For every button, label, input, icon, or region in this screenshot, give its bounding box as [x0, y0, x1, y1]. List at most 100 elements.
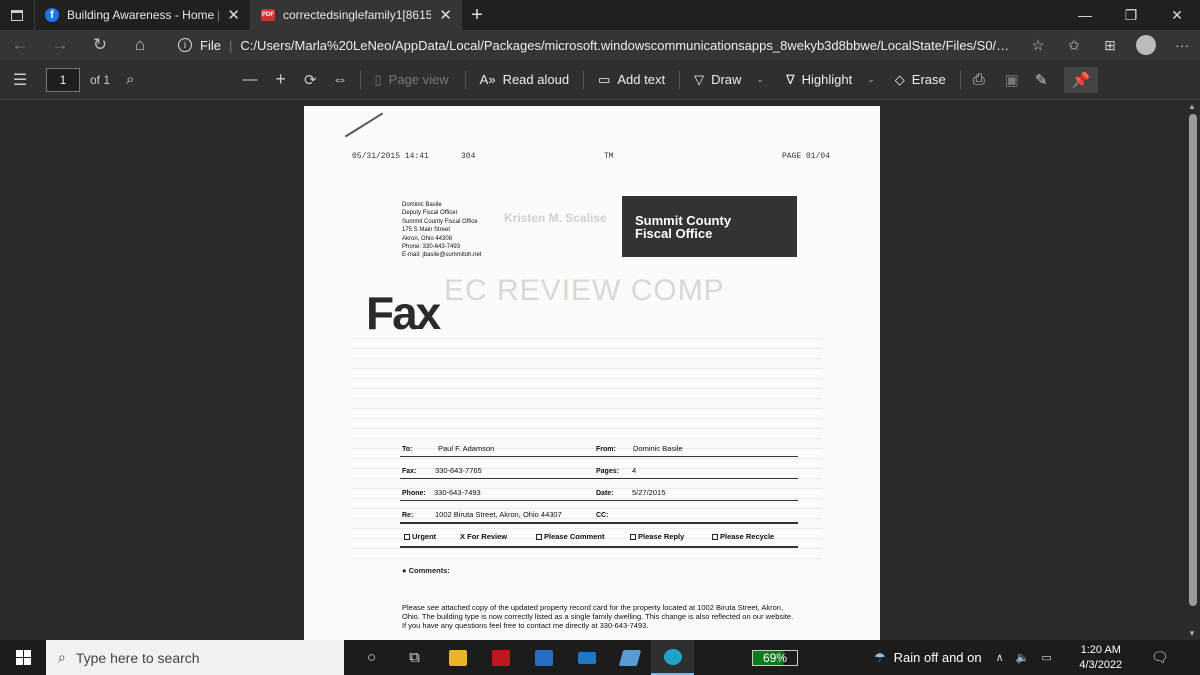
zoom-out-icon[interactable]: — [242, 71, 257, 88]
scroll-down-icon[interactable]: ▼ [1188, 629, 1196, 638]
read-aloud-button[interactable]: A» Read aloud [480, 72, 569, 87]
summit-county-logo: Summit County Fiscal Office [622, 196, 797, 257]
search-placeholder: Type here to search [75, 649, 200, 666]
print-icon[interactable]: ⎙ [973, 71, 985, 88]
cortana-icon[interactable]: ○ [350, 640, 393, 675]
file-explorer-icon[interactable] [436, 640, 479, 675]
close-tab-icon[interactable]: ✕ [227, 6, 240, 24]
back-button[interactable]: ← [0, 35, 40, 55]
save-as-icon[interactable]: ✎ [1035, 71, 1048, 89]
network-icon[interactable]: ▭ [1041, 651, 1051, 664]
draw-button[interactable]: ▽ Draw ⌄ [694, 72, 764, 88]
fax-header-page: PAGE 01/04 [782, 152, 831, 161]
forward-button[interactable]: → [40, 35, 80, 55]
read-aloud-icon: A» [479, 72, 496, 87]
pdf-page: 05/31/2015 14:41 304 TM PAGE 01/04 EC RE… [304, 106, 880, 640]
mcafee-icon[interactable] [479, 640, 522, 675]
recycle-checkbox: Please Recycle [712, 532, 774, 541]
checkbox-icon [630, 534, 636, 540]
restore-button[interactable]: ❐ [1108, 7, 1154, 24]
store-icon[interactable] [522, 640, 565, 675]
weather-text: Rain off and on [893, 650, 982, 665]
battery-indicator[interactable]: 69% [752, 649, 798, 666]
taskbar: ⌕ Type here to search ○ ⧉ 69% ☂ Rain off… [0, 640, 1200, 675]
pages-value: 4 [632, 466, 637, 475]
collections-icon[interactable]: ⊞ [1092, 37, 1128, 54]
save-icon[interactable]: ▣ [1005, 71, 1019, 89]
tab-actions-icon [11, 9, 23, 21]
close-tab-icon[interactable]: ✕ [439, 6, 452, 24]
volume-icon[interactable]: 🔈 [1016, 651, 1030, 664]
add-text-button[interactable]: ▭ Add text [598, 72, 665, 88]
refresh-button[interactable]: ↻ [80, 35, 120, 55]
form-rule [400, 546, 798, 548]
tab-actions-button[interactable] [0, 0, 34, 30]
more-menu-icon[interactable]: ··· [1164, 37, 1200, 53]
tab-facebook[interactable]: f Building Awareness - Home | Fac ✕ [34, 0, 250, 30]
home-button[interactable]: ⌂ [120, 35, 160, 55]
windows-logo-icon [15, 650, 31, 665]
zoom-in-icon[interactable]: + [275, 69, 286, 90]
page-view-button[interactable]: ▯ Page view [375, 72, 449, 88]
close-window-button[interactable]: ✕ [1154, 7, 1200, 24]
start-button[interactable] [0, 650, 46, 665]
sender-line: E-mail: jbasile@summitoh.net [402, 252, 482, 259]
toolbar-divider [464, 70, 466, 89]
fit-page-icon[interactable]: ⇔ [333, 71, 348, 88]
tab-strip: f Building Awareness - Home | Fac ✕ PDF … [0, 0, 1200, 30]
from-value: Dominic Basile [633, 444, 683, 453]
form-rule [400, 456, 798, 457]
profile-avatar[interactable] [1136, 35, 1156, 55]
minimize-button[interactable]: — [1062, 7, 1108, 24]
address-bar: ← → ↻ ⌂ i File | C:/Users/Marla%20LeNeo/… [0, 30, 1200, 60]
new-tab-button[interactable]: + [462, 4, 492, 27]
mail-icon[interactable] [565, 640, 608, 675]
form-rule [400, 522, 798, 524]
taskbar-search-box[interactable]: ⌕ Type here to search [46, 640, 344, 675]
favorites-icon[interactable]: ✩ [1056, 37, 1092, 54]
tab-pdf[interactable]: PDF correctedsinglefamily1[8615].pdf ✕ [250, 0, 462, 30]
system-clock[interactable]: 1:20 AM 4/3/2022 [1066, 643, 1136, 673]
add-favorite-icon[interactable]: ☆ [1020, 37, 1056, 54]
checkbox-icon [712, 534, 718, 540]
reply-checkbox: Please Reply [630, 532, 684, 541]
rotate-icon[interactable]: ⟳ [304, 71, 317, 89]
document-viewer[interactable]: 05/31/2015 14:41 304 TM PAGE 01/04 EC RE… [0, 100, 1186, 640]
comments-label: ● Comments: [402, 566, 450, 575]
chevron-down-icon[interactable]: ⌄ [756, 74, 764, 85]
page-number-input[interactable]: 1 [46, 67, 80, 92]
erase-button[interactable]: ◇ Erase [895, 72, 946, 88]
scroll-up-icon[interactable]: ▲ [1188, 102, 1196, 111]
re-label: Re: [402, 512, 414, 519]
find-icon[interactable]: ⌕ [126, 71, 134, 88]
task-view-icon[interactable]: ⧉ [393, 640, 436, 675]
date-label: Date: [596, 490, 614, 497]
tab-title: correctedsinglefamily1[8615].pdf [283, 8, 432, 22]
edge-icon[interactable] [651, 640, 694, 675]
page-view-icon: ▯ [374, 71, 382, 87]
highlight-button[interactable]: ∇ Highlight ⌄ [786, 72, 875, 88]
toolbar-divider [359, 70, 361, 89]
review-checkbox: X For Review [460, 532, 508, 541]
comment-checkbox: Please Comment [536, 532, 604, 541]
pages-label: Pages: [596, 468, 619, 475]
checkbox-icon [404, 534, 410, 540]
url-field[interactable]: i File | C:/Users/Marla%20LeNeo/AppData/… [168, 33, 1012, 57]
scrollbar-thumb[interactable] [1189, 114, 1197, 606]
pin-toolbar-icon[interactable]: 📌 [1063, 66, 1099, 93]
chevron-up-icon[interactable]: ∧ [996, 651, 1004, 664]
clock-date: 4/3/2022 [1079, 658, 1123, 671]
info-icon[interactable]: i [178, 38, 192, 52]
app-icon[interactable] [608, 640, 651, 675]
notifications-icon[interactable]: 🗨 [1142, 649, 1178, 666]
search-icon: ⌕ [58, 649, 66, 665]
vertical-scrollbar[interactable]: ▲ ▼ [1186, 100, 1200, 640]
weather-widget[interactable]: ☂ Rain off and on [874, 650, 982, 666]
date-value: 5/27/2015 [632, 488, 666, 497]
contents-menu-icon[interactable]: ☰ [0, 70, 40, 90]
eraser-icon: ◇ [894, 71, 905, 87]
pdf-toolbar: ☰ 1 of 1 ⌕ — + ⟳ ⇔ ▯ Page view A» Read a… [0, 60, 1200, 100]
urgent-checkbox: Urgent [404, 532, 436, 541]
form-rule [400, 500, 798, 501]
chevron-down-icon[interactable]: ⌄ [867, 74, 875, 85]
